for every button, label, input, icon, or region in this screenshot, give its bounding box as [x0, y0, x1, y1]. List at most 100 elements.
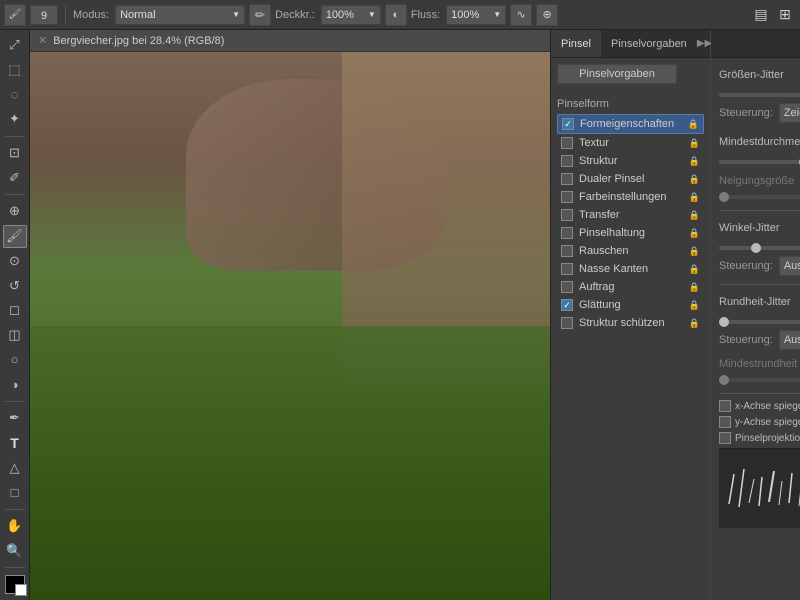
check-item-struktur-schuetzen[interactable]: Struktur schützen 🔒 — [557, 314, 704, 332]
mindest-rundheit-slider[interactable] — [719, 378, 800, 382]
groessen-jitter-slider[interactable] — [719, 93, 800, 97]
blur-tool[interactable]: ○ — [3, 348, 27, 371]
checkbox-nasse-kanten[interactable] — [561, 263, 573, 275]
check-item-glaettung[interactable]: Glättung 🔒 — [557, 296, 704, 314]
check-item-rauschen[interactable]: Rauschen 🔒 — [557, 242, 704, 260]
panel-arrow-icon[interactable]: ▶▶ — [697, 38, 712, 49]
check-item-formeigenschaften[interactable]: Formeigenschaften 🔒 — [557, 114, 704, 134]
checklist-column: Pinsel Pinselvorgaben ▶▶ ☰ Pinselvorgabe… — [551, 30, 711, 600]
top-toolbar: 🖌 9 Modus: Normal ▼ ✏ Deckkr.: 100% ▼ ◐ … — [0, 0, 800, 30]
lasso-tool[interactable]: ◌ — [3, 83, 27, 106]
gradient-tool[interactable]: ◫ — [3, 324, 27, 347]
label-formeigenschaften: Formeigenschaften — [580, 118, 674, 130]
select-tool[interactable]: ⬚ — [3, 59, 27, 82]
brush-icon[interactable]: 🖌 — [4, 4, 26, 26]
extra-icon[interactable]: ⊕ — [536, 4, 558, 26]
flow-icon[interactable]: ∿ — [510, 4, 532, 26]
hand-tool[interactable]: ✋ — [3, 515, 27, 538]
move-tool[interactable]: ⤢ — [3, 34, 27, 57]
checkbox-auftrag[interactable] — [561, 281, 573, 293]
canvas-title: Bergviecher.jpg bei 28.4% (RGB/8) — [53, 35, 224, 47]
expand-icon[interactable]: ⊞ — [774, 4, 796, 26]
brush-size[interactable]: 9 — [30, 5, 58, 25]
heal-tool[interactable]: ⊕ — [3, 200, 27, 223]
check-item-textur[interactable]: Textur 🔒 — [557, 134, 704, 152]
label-struktur-schuetzen: Struktur schützen — [579, 317, 665, 329]
rundheit-jitter-slider[interactable] — [719, 320, 800, 324]
dodge-tool[interactable]: ◑ — [3, 373, 27, 396]
main-area: ⤢ ⬚ ◌ ✦ ⊡ ✐ ⊕ 🖌 ⊙ ↺ ◻ ◫ ○ ◑ ✒ T △ □ ✋ 🔍 … — [0, 30, 800, 600]
lock-nasse-kanten: 🔒 — [689, 264, 700, 275]
tool-sep4 — [5, 509, 25, 510]
foreground-color[interactable] — [5, 575, 25, 594]
checkbox-struktur[interactable] — [561, 155, 573, 167]
tab-pinselvorgaben[interactable]: Pinselvorgaben — [601, 30, 697, 57]
y-achse-row: y-Achse spiegeln – Zufall — [719, 416, 800, 428]
x-achse-checkbox[interactable] — [719, 400, 731, 412]
checkbox-glaettung[interactable] — [561, 299, 573, 311]
checkbox-struktur-schuetzen[interactable] — [561, 317, 573, 329]
deckung-dropdown[interactable]: 100% ▼ — [321, 5, 381, 25]
canvas-image[interactable] — [30, 52, 550, 600]
check-item-transfer[interactable]: Transfer 🔒 — [557, 206, 704, 224]
lock-formeigenschaften: 🔒 — [688, 119, 699, 130]
winkel-jitter-slider[interactable] — [719, 246, 800, 250]
rundheit-jitter-row: Rundheit-Jitter ← 0% — [719, 291, 800, 312]
checkbox-formeigenschaften[interactable] — [562, 118, 574, 130]
winkel-jitter-row: Winkel-Jitter ← 17% — [719, 217, 800, 238]
canvas-close-btn[interactable]: ✕ — [38, 34, 47, 47]
pinselvorgaben-button[interactable]: Pinselvorgaben — [557, 64, 677, 84]
brush-preview-svg — [719, 459, 800, 519]
fluss-dropdown[interactable]: 100% ▼ — [446, 5, 506, 25]
airbrush-icon[interactable]: ✏ — [249, 4, 271, 26]
check-item-auftrag[interactable]: Auftrag 🔒 — [557, 278, 704, 296]
checkbox-farbeinstellungen[interactable] — [561, 191, 573, 203]
checkbox-rauschen[interactable] — [561, 245, 573, 257]
magic-wand-tool[interactable]: ✦ — [3, 108, 27, 131]
y-achse-checkbox[interactable] — [719, 416, 731, 428]
history-tool[interactable]: ↺ — [3, 274, 27, 297]
modus-dropdown[interactable]: Normal ▼ — [115, 5, 245, 25]
shape-tool[interactable]: □ — [3, 481, 27, 504]
eraser-tool[interactable]: ◻ — [3, 299, 27, 322]
crop-tool[interactable]: ⊡ — [3, 142, 27, 165]
path-tool[interactable]: △ — [3, 456, 27, 479]
rundheit-jitter-section: Rundheit-Jitter ← 0% Steuerung: Aus ▼ — [719, 291, 800, 350]
check-item-pinselhaltung[interactable]: Pinselhaltung 🔒 — [557, 224, 704, 242]
panel-toggle-icon[interactable]: ▤ — [750, 4, 772, 26]
rundheit-jitter-steuerung-dropdown[interactable]: Aus ▼ — [779, 330, 800, 350]
winkel-jitter-steuerung-dropdown[interactable]: Aus ▼ — [779, 256, 800, 276]
check-item-struktur[interactable]: Struktur 🔒 — [557, 152, 704, 170]
deckung-label: Deckkr.: — [275, 9, 315, 21]
text-tool[interactable]: T — [3, 432, 27, 455]
pinsel-projektion-checkbox[interactable] — [719, 432, 731, 444]
neigungs-groesse-label: Neigungsgröße — [719, 175, 800, 187]
neigungs-groesse-slider[interactable] — [719, 195, 800, 199]
checkbox-pinselhaltung[interactable] — [561, 227, 573, 239]
check-item-dualer-pinsel[interactable]: Dualer Pinsel 🔒 — [557, 170, 704, 188]
pen-tool[interactable]: ✒ — [3, 407, 27, 430]
brush-tool[interactable]: 🖌 — [3, 225, 27, 248]
stamp-tool[interactable]: ⊙ — [3, 250, 27, 273]
checkbox-textur[interactable] — [561, 137, 573, 149]
mindest-durchmesser-slider[interactable] — [719, 160, 800, 164]
label-nasse-kanten: Nasse Kanten — [579, 263, 648, 275]
sliders-column: Größen-Jitter ← 46% Steuerung: Zeichenst… — [711, 30, 800, 600]
eyedropper-tool[interactable]: ✐ — [3, 166, 27, 189]
pinselform-label: Pinselform — [557, 98, 704, 110]
zoom-tool[interactable]: 🔍 — [3, 539, 27, 562]
lock-struktur-schuetzen: 🔒 — [689, 318, 700, 329]
groessen-jitter-steuerung-dropdown[interactable]: Zeichenstift-Druck ▼ — [779, 103, 800, 123]
checkbox-transfer[interactable] — [561, 209, 573, 221]
tab-pinsel[interactable]: Pinsel — [551, 30, 601, 57]
background-color[interactable] — [15, 584, 27, 596]
check-item-farbeinstellungen[interactable]: Farbeinstellungen 🔒 — [557, 188, 704, 206]
groessen-jitter-steuerung-value: Zeichenstift-Druck — [784, 107, 800, 119]
fluss-arrow: ▼ — [493, 10, 501, 19]
checkbox-dualer-pinsel[interactable] — [561, 173, 573, 185]
label-struktur: Struktur — [579, 155, 618, 167]
opacity-icon[interactable]: ◐ — [385, 4, 407, 26]
check-item-nasse-kanten[interactable]: Nasse Kanten 🔒 — [557, 260, 704, 278]
label-pinselhaltung: Pinselhaltung — [579, 227, 645, 239]
rundheit-jitter-steuerung-label: Steuerung: — [719, 334, 773, 346]
